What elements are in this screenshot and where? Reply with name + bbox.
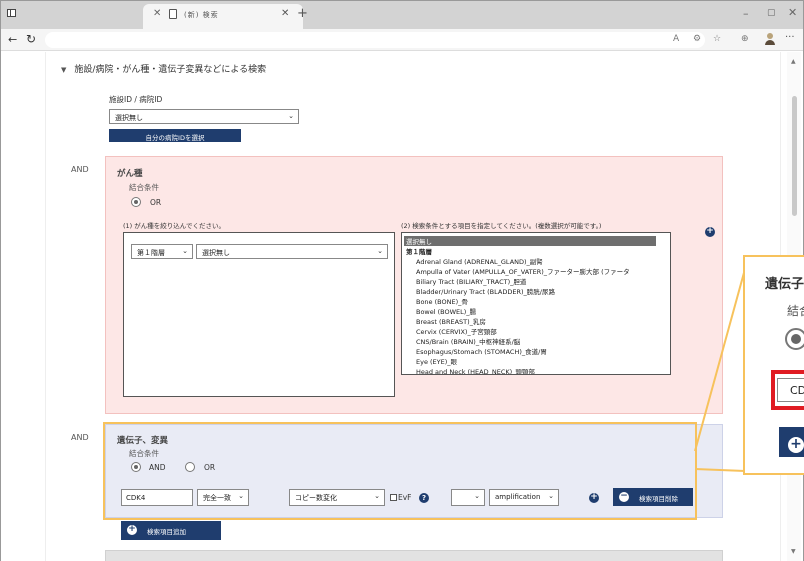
back-button[interactable]: ← — [8, 33, 17, 46]
list-item[interactable]: Bladder/Urinary Tract (BLADDER)_膀胱/尿路 — [416, 286, 555, 296]
or-radio-label: OR — [150, 198, 162, 207]
zoom-callout: 遺伝子 結合 CDK4 + — [743, 255, 804, 475]
minimize-button[interactable]: – — [743, 7, 749, 20]
zoom-radio — [785, 328, 804, 350]
facility-label: 施設ID / 病院ID — [109, 95, 163, 104]
list-item[interactable]: Ampulla of Vater (AMPULLA_OF_VATER)_ファータ… — [416, 266, 630, 276]
add-button-label: 検索項目追加 — [147, 528, 186, 536]
maximize-button[interactable]: ▢ — [767, 8, 776, 18]
favorites-icon[interactable]: ☆ — [713, 34, 721, 44]
gene-row-highlight — [103, 422, 697, 520]
and-label: AND — [71, 433, 89, 442]
read-aloud-icon[interactable]: A — [673, 34, 679, 44]
sidebar-toggle-icon[interactable] — [7, 9, 16, 17]
chevron-down-icon: ⌄ — [182, 247, 188, 255]
list-item[interactable]: Biliary Tract (BILIARY_TRACT)_胆道 — [416, 276, 526, 286]
more-icon[interactable]: ··· — [785, 32, 795, 43]
list-item[interactable]: Breast (BREAST)_乳房 — [416, 316, 486, 326]
cancer-detail-value: 選択無し — [202, 249, 230, 257]
extension-icon[interactable]: ⚙ — [693, 34, 701, 44]
browser-tab[interactable] — [143, 4, 303, 29]
close-window-button[interactable]: ✕ — [788, 6, 797, 19]
and-label: AND — [71, 165, 89, 174]
add-search-item-button[interactable]: + 検索項目追加 — [121, 521, 221, 540]
cancer-level-value: 第１階層 — [137, 249, 165, 257]
zoom-plus-icon: + — [788, 437, 804, 453]
select-instruction: (2) 検索条件とする項目を指定してください。(複数選択が可能です。) — [401, 222, 602, 230]
plus-icon: + — [127, 524, 137, 535]
section-title: 施設/病院・がん種・遺伝子変異などによる検索 — [74, 65, 267, 75]
narrow-instruction: (1) がん種を絞り込んでください。 — [123, 222, 225, 230]
scroll-down-icon[interactable]: ▼ — [791, 548, 796, 555]
own-facility-id-button[interactable]: 自分の病院IDを選択 — [109, 129, 241, 142]
scroll-thumb[interactable] — [792, 96, 797, 216]
scroll-up-icon[interactable]: ▲ — [791, 58, 796, 65]
zoom-condition-label: 結合 — [787, 304, 804, 318]
list-item[interactable]: Bowel (BOWEL)_腸 — [416, 306, 476, 316]
facility-select[interactable]: 選択無し ⌄ — [109, 109, 299, 124]
or-radio[interactable] — [131, 197, 141, 207]
new-tab-button[interactable]: + — [297, 6, 308, 21]
profile-icon[interactable] — [765, 33, 775, 45]
cancer-type-listbox[interactable]: 選択無し 第１階層 Adrenal Gland (ADRENAL_GLAND)_… — [401, 232, 671, 375]
page-viewport: ▼ 施設/病院・がん種・遺伝子変異などによる検索 施設ID / 病院ID 選択無し… — [1, 52, 803, 561]
cancer-level-select[interactable]: 第１階層 ⌄ — [131, 244, 193, 259]
list-item[interactable]: Head and Neck (HEAD_NECK)_頭頸部 — [416, 366, 535, 374]
list-item[interactable]: Adrenal Gland (ADRENAL_GLAND)_副腎 — [416, 256, 543, 266]
address-bar[interactable] — [45, 32, 705, 48]
cancer-type-title: がん種 — [117, 169, 143, 179]
zoom-title: 遺伝子 — [765, 277, 804, 292]
expand-triangle-icon: ▼ — [61, 66, 67, 74]
zoom-gene-input: CDK4 — [777, 378, 804, 402]
cancer-detail-select[interactable]: 選択無し ⌄ — [196, 244, 388, 259]
tab-close-left-icon[interactable]: ✕ — [153, 8, 161, 19]
facility-select-value: 選択無し — [115, 114, 143, 122]
list-item[interactable]: Eye (EYE)_眼 — [416, 356, 457, 366]
chevron-down-icon: ⌄ — [288, 112, 294, 120]
browser-window: ✕ (新) 検索 ✕ + – ▢ ✕ ← ↻ A ⚙ ☆ ⊕ ··· ▼ 施設/病… — [0, 0, 804, 561]
list-item[interactable]: 第１階層 — [406, 246, 432, 256]
add-plus-icon[interactable]: + — [705, 227, 715, 237]
next-panel — [105, 550, 723, 561]
list-item[interactable]: Cervix (CERVIX)_子宮頸部 — [416, 326, 497, 336]
reload-button[interactable]: ↻ — [26, 32, 36, 46]
condition-label: 結合条件 — [129, 183, 159, 192]
browser-titlebar: ✕ (新) 検索 ✕ + – ▢ ✕ — [1, 1, 803, 29]
list-item[interactable]: Bone (BONE)_骨 — [416, 296, 468, 306]
list-item[interactable]: 選択無し — [404, 236, 656, 246]
list-item[interactable]: Esophagus/Stomach (STOMACH)_食道/胃 — [416, 346, 547, 356]
tab-title: (新) 検索 — [184, 11, 219, 19]
tab-close-icon[interactable]: ✕ — [281, 8, 289, 19]
page-icon — [169, 9, 177, 19]
browser-toolbar: ← ↻ A ⚙ ☆ ⊕ ··· — [1, 29, 803, 51]
list-item[interactable]: CNS/Brain (BRAIN)_中枢神経系/脳 — [416, 336, 520, 346]
chevron-down-icon: ⌄ — [377, 247, 383, 255]
section-header[interactable]: ▼ 施設/病院・がん種・遺伝子変異などによる検索 — [61, 62, 266, 75]
collections-icon[interactable]: ⊕ — [741, 34, 749, 44]
